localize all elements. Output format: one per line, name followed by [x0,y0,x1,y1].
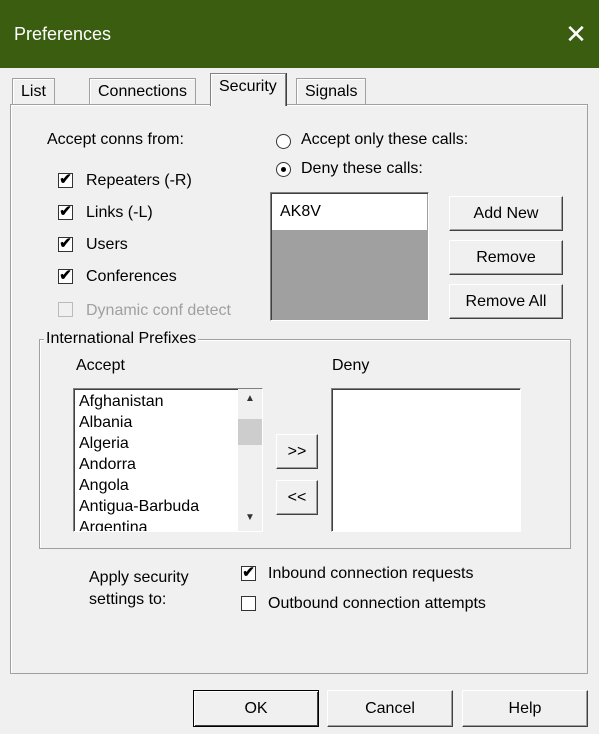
tab-signals[interactable]: Signals [296,78,367,105]
deny-label: Deny these calls: [301,160,423,177]
scroll-up-icon[interactable]: ▲ [238,393,262,404]
links-label: Links (-L) [86,204,153,221]
check-icon: ✔ [59,235,72,252]
inbound-label: Inbound connection requests [268,565,474,582]
conferences-label: Conferences [86,268,177,285]
dynamic-conf-checkbox[interactable] [58,302,73,317]
tab-signals-label: Signals [305,83,358,100]
call-item: AK8V [280,203,321,220]
check-icon: ✔ [59,171,72,188]
check-icon: ✔ [59,203,72,220]
tab-connections[interactable]: Connections [89,78,196,105]
remove-all-button[interactable]: Remove All [449,284,563,319]
users-checkbox[interactable]: ✔ [58,235,73,252]
list-item[interactable]: Afghanistan [79,393,164,411]
deny-list-label: Deny [332,357,370,374]
repeaters-checkbox[interactable]: ✔ [58,171,73,188]
apply-security-label-line1: Apply security [89,569,189,586]
check-icon: ✔ [242,564,255,581]
check-icon: ✔ [59,267,72,284]
outbound-label: Outbound connection attempts [268,595,486,612]
deny-prefix-listbox[interactable] [331,388,521,532]
list-item[interactable]: Algeria [79,435,129,453]
calls-listbox[interactable]: AK8V [270,192,429,321]
accept-prefix-listbox[interactable]: Afghanistan Albania Algeria Andorra Ango… [73,388,263,532]
radio-dot-icon [281,167,286,172]
accept-only-radio[interactable] [276,134,291,149]
move-left-button[interactable]: << [276,480,318,515]
international-prefixes-title: International Prefixes [44,330,199,348]
repeaters-label: Repeaters (-R) [86,172,192,189]
outbound-checkbox[interactable] [241,596,256,611]
add-new-button[interactable]: Add New [449,196,563,231]
title-bar: Preferences ✕ [0,0,599,68]
links-checkbox[interactable]: ✔ [58,203,73,220]
inbound-checkbox[interactable]: ✔ [241,564,256,581]
dynamic-conf-label: Dynamic conf detect [86,302,231,319]
users-label: Users [86,236,128,253]
apply-security-label-line2: settings to: [89,591,167,608]
deny-radio[interactable] [276,162,291,177]
tab-list-label: List [21,83,46,100]
window-title: Preferences [14,24,112,44]
tab-security[interactable]: Security [210,73,286,106]
cancel-button[interactable]: Cancel [327,690,453,727]
accept-list-label: Accept [76,357,125,374]
move-right-button[interactable]: >> [276,434,318,469]
accept-list-scrollbar[interactable]: ▲ ▼ [238,389,262,531]
help-button[interactable]: Help [462,690,588,727]
accept-conns-label: Accept conns from: [47,131,184,148]
tab-list[interactable]: List [12,78,55,105]
conferences-checkbox[interactable]: ✔ [58,267,73,284]
scroll-thumb[interactable] [238,419,262,445]
list-item[interactable]: Angola [79,477,129,495]
tab-connections-label: Connections [98,83,187,100]
close-icon[interactable]: ✕ [553,12,599,56]
list-item[interactable]: Andorra [79,456,136,474]
accept-only-label: Accept only these calls: [301,131,469,148]
call-row[interactable]: AK8V [272,194,427,230]
ok-button[interactable]: OK [193,690,319,727]
list-item[interactable]: Antigua-Barbuda [79,498,199,516]
remove-button[interactable]: Remove [449,240,563,275]
scroll-down-icon[interactable]: ▼ [238,512,262,523]
list-item[interactable]: Argentina [79,519,148,531]
list-item[interactable]: Albania [79,414,132,432]
tab-security-label: Security [219,78,277,95]
